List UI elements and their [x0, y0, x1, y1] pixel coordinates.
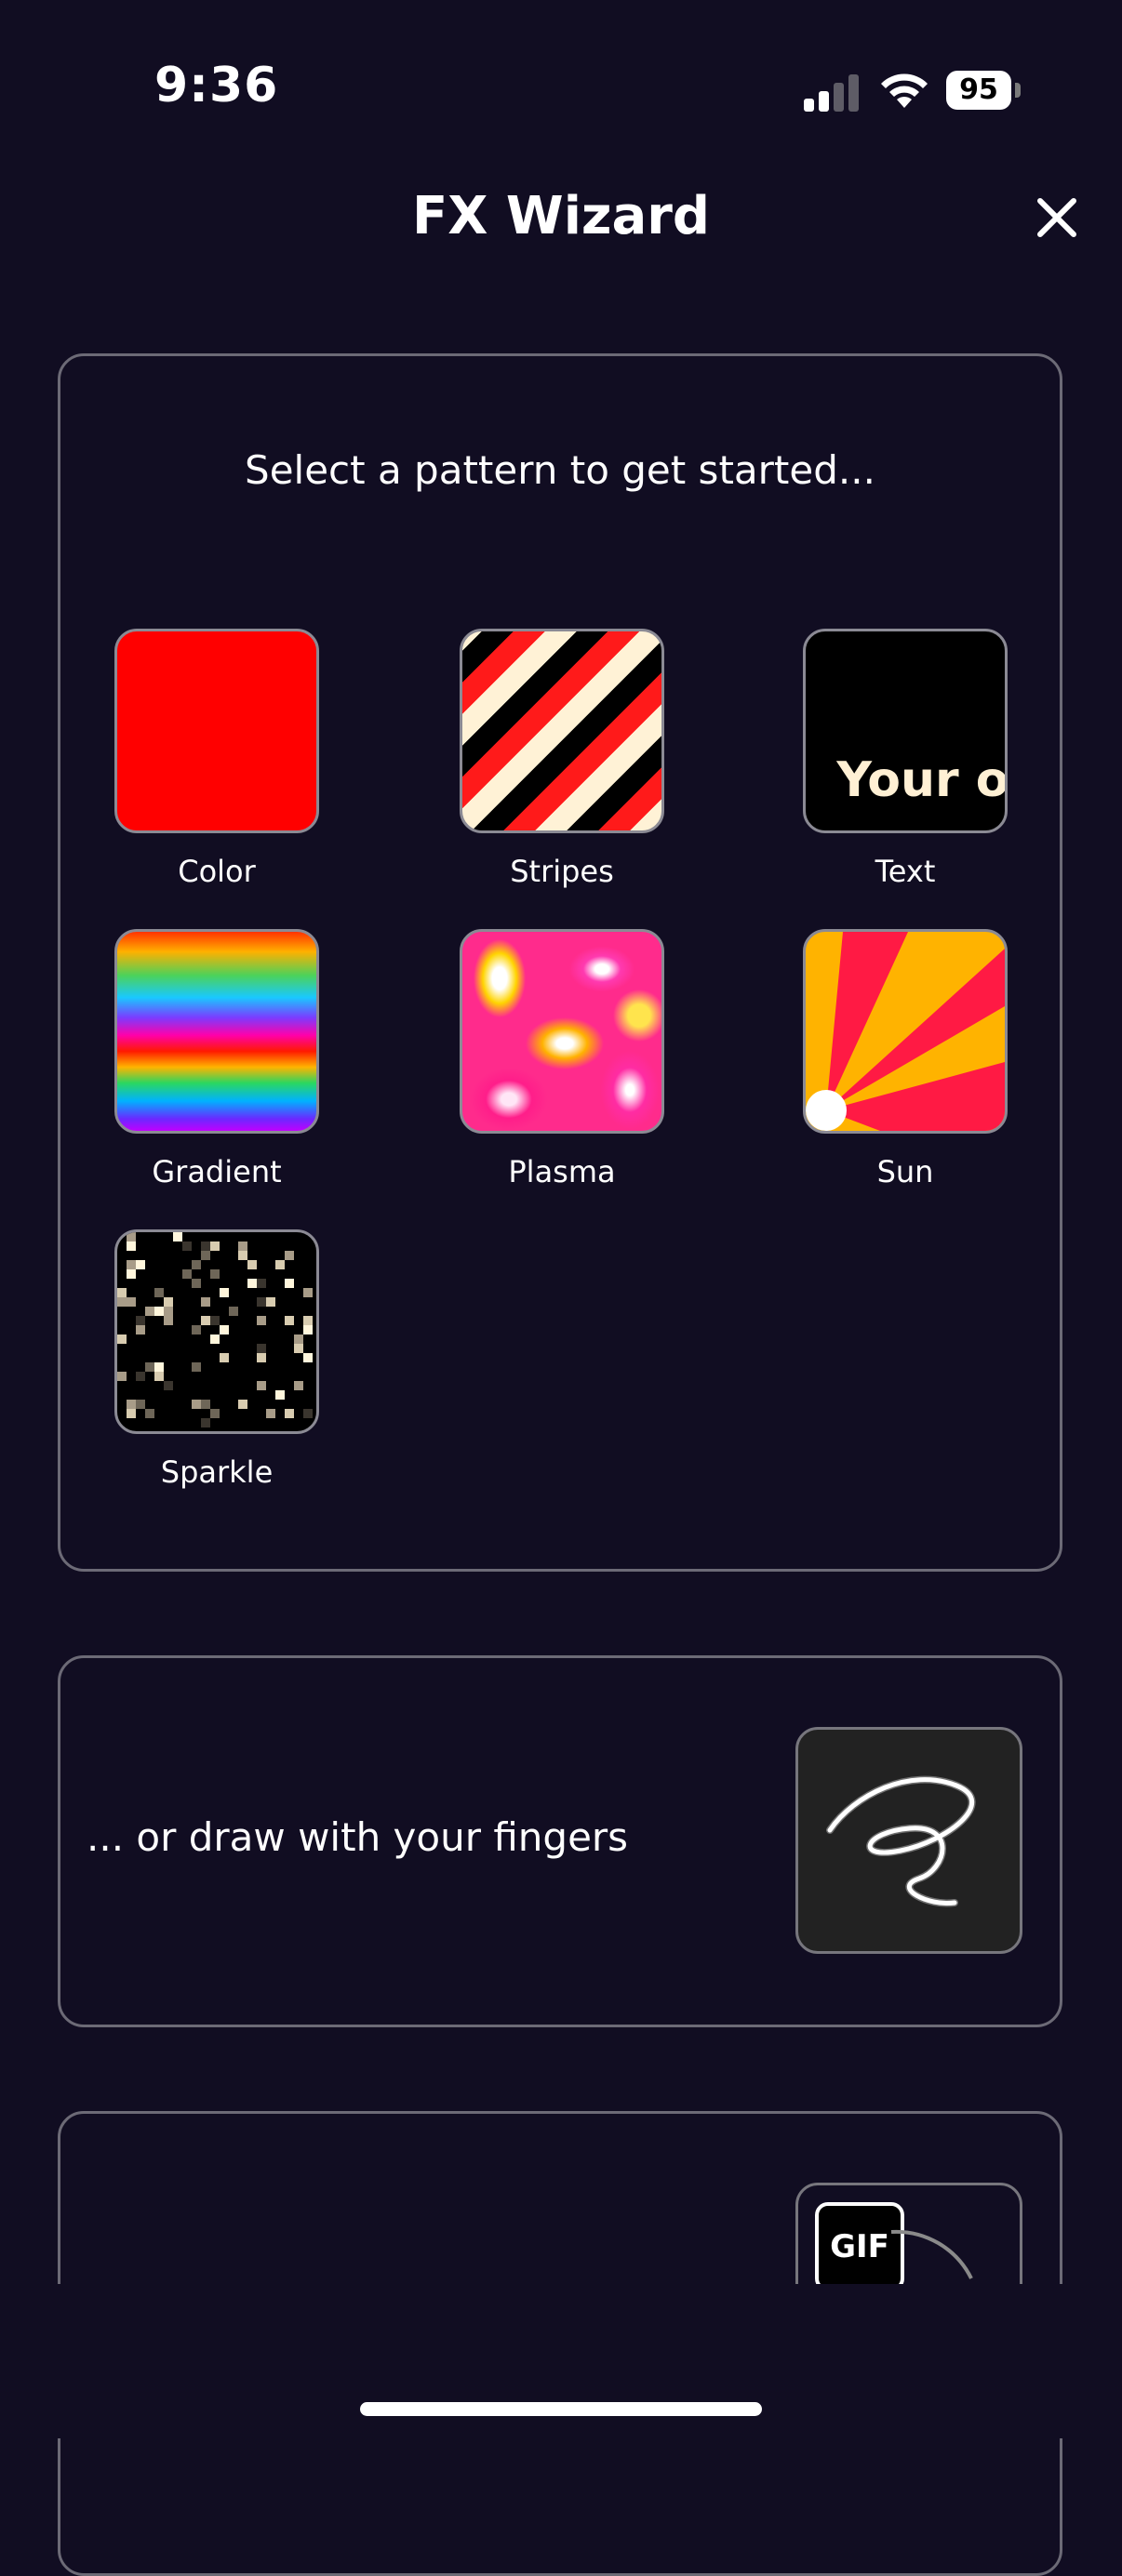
pattern-tile-sun[interactable]: Sun	[803, 929, 1008, 1189]
pattern-label: Plasma	[508, 1154, 616, 1189]
pattern-tile-sparkle[interactable]: Sparkle	[114, 1229, 319, 1490]
pattern-picker-card: Select a pattern to get started... Color…	[58, 353, 1062, 1572]
battery-level: 95	[946, 71, 1011, 110]
plasma-thumbnail	[460, 929, 664, 1134]
pattern-label: Gradient	[152, 1154, 282, 1189]
pattern-tile-gradient[interactable]: Gradient	[114, 929, 319, 1189]
pattern-label: Color	[178, 854, 256, 889]
pattern-label: Sun	[876, 1154, 934, 1189]
pattern-label: Text	[875, 854, 936, 889]
pattern-tile-plasma[interactable]: Plasma	[460, 929, 664, 1189]
status-bar: 9:36 95	[0, 0, 1122, 177]
pattern-tile-color[interactable]: Color	[114, 629, 319, 889]
pattern-tile-text[interactable]: Your ow Text	[803, 629, 1008, 889]
squiggle-icon	[826, 1775, 976, 1907]
pattern-tile-stripes[interactable]: Stripes	[460, 629, 664, 889]
color-thumbnail	[114, 629, 319, 833]
text-thumbnail: Your ow	[803, 629, 1008, 833]
page-title: FX Wizard	[412, 186, 710, 246]
gradient-thumbnail	[114, 929, 319, 1134]
status-time: 9:36	[154, 58, 279, 113]
pattern-prompt: Select a pattern to get started...	[245, 447, 875, 493]
pattern-label: Stripes	[510, 854, 614, 889]
sun-thumbnail	[803, 929, 1008, 1134]
draw-with-fingers-card[interactable]: ... or draw with your fingers	[58, 1655, 1062, 2027]
battery-icon: 95	[946, 71, 1021, 110]
sparkle-thumbnail	[114, 1229, 319, 1434]
close-icon[interactable]	[1031, 192, 1083, 244]
cellular-signal-icon	[804, 74, 860, 112]
draw-thumbnail[interactable]	[795, 1727, 1022, 1954]
stripes-thumbnail	[460, 629, 664, 833]
wifi-icon	[881, 73, 928, 108]
text-preview: Your ow	[836, 752, 1008, 808]
home-indicator[interactable]	[360, 2402, 762, 2416]
draw-prompt: ... or draw with your fingers	[87, 1814, 629, 1860]
pattern-label: Sparkle	[160, 1454, 274, 1490]
